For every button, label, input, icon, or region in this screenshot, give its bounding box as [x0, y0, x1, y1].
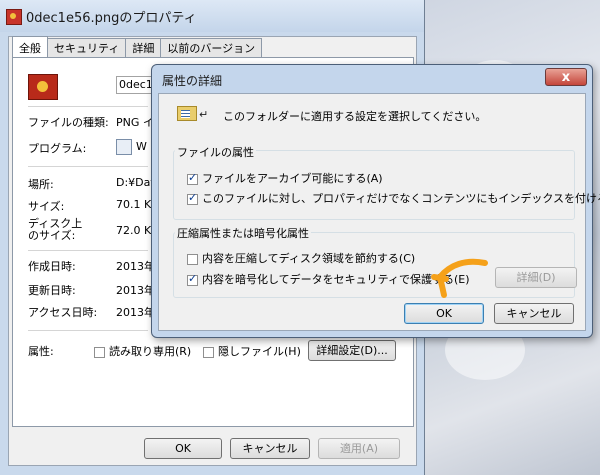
prop-label-disk-size: ディスク上 のサイズ:: [28, 217, 83, 242]
hidden-label: 隠しファイル(H): [218, 345, 301, 358]
compress-encrypt-title: 圧縮属性または暗号化属性: [175, 225, 311, 241]
tab-previous-versions[interactable]: 以前のバージョン: [160, 38, 263, 59]
separator: [28, 106, 148, 107]
ok-button[interactable]: OK: [144, 438, 222, 459]
annotation-arrow-icon: [431, 258, 488, 298]
index-label: このファイルに対し、プロパティだけでなくコンテンツにもインデックスを付ける(I): [202, 192, 600, 205]
readonly-label: 読み取り専用(R): [109, 345, 192, 358]
dialog-title: 属性の詳細: [162, 74, 223, 88]
prop-label-size: サイズ:: [28, 200, 65, 213]
advanced-settings-button[interactable]: 詳細設定(D)...: [308, 340, 396, 361]
archive-checkbox[interactable]: [187, 171, 198, 185]
folder-properties-icon: [177, 106, 197, 121]
properties-tabs: 全般 セキュリティ 詳細 以前のバージョン: [12, 36, 263, 60]
apply-button[interactable]: 適用(A): [318, 438, 400, 459]
properties-title: 0dec1e56.pngのプロパティ: [26, 11, 197, 26]
dialog-ok-button[interactable]: OK: [404, 303, 484, 324]
separator: [28, 166, 148, 167]
properties-titlebar: 0dec1e56.pngのプロパティ: [0, 0, 424, 32]
prop-label-accessed: アクセス日時:: [28, 306, 98, 319]
prop-value-created: 2013年: [116, 260, 155, 273]
close-button[interactable]: x: [545, 68, 587, 86]
close-icon: x: [561, 70, 571, 85]
attributes-label: 属性:: [28, 345, 54, 358]
prop-label-location: 場所:: [28, 178, 54, 191]
program-icon: [116, 139, 132, 155]
readonly-checkbox[interactable]: [94, 346, 105, 358]
prop-value-modified: 2013年: [116, 284, 155, 297]
prop-label-program: プログラム:: [28, 142, 87, 155]
index-option[interactable]: このファイルに対し、プロパティだけでなくコンテンツにもインデックスを付ける(I): [187, 190, 600, 206]
index-checkbox[interactable]: [187, 191, 198, 205]
archive-label: ファイルをアーカイブ可能にする(A): [202, 172, 383, 185]
separator: [28, 330, 148, 331]
hidden-checkbox-row[interactable]: 隠しファイル(H): [203, 343, 301, 359]
prop-value-accessed: 2013年: [116, 306, 155, 319]
prop-label-modified: 更新日時:: [28, 284, 76, 297]
dialog-cancel-button[interactable]: キャンセル: [494, 303, 574, 324]
encrypt-option[interactable]: 内容を暗号化してデータをセキュリティで保護する(E): [187, 271, 470, 287]
archive-option[interactable]: ファイルをアーカイブ可能にする(A): [187, 170, 383, 186]
tab-security[interactable]: セキュリティ: [47, 38, 127, 59]
compress-checkbox[interactable]: [187, 253, 198, 265]
prop-value-program: W: [136, 140, 147, 153]
details-button[interactable]: 詳細(D): [495, 267, 577, 288]
hidden-checkbox[interactable]: [203, 346, 214, 358]
file-attributes-title: ファイルの属性: [175, 144, 256, 160]
dialog-body: ↵ このフォルダーに適用する設定を選択してください。 ファイルの属性 ファイルを…: [158, 93, 600, 331]
advanced-attributes-dialog: 属性の詳細 x ↵ このフォルダーに適用する設定を選択してください。 ファイルの…: [151, 64, 600, 338]
prop-value-type: PNG イ: [116, 116, 154, 129]
image-file-icon: [6, 9, 22, 25]
tab-details[interactable]: 詳細: [125, 38, 162, 59]
arrow-icon: ↵: [199, 108, 209, 121]
encrypt-checkbox[interactable]: [187, 272, 198, 286]
dialog-instruction: このフォルダーに適用する設定を選択してください。: [223, 110, 487, 123]
prop-label-type: ファイルの種類:: [28, 116, 109, 129]
separator: [28, 250, 148, 251]
file-thumbnail-icon: [28, 74, 58, 100]
compress-option[interactable]: 内容を圧縮してディスク領域を節約する(C): [187, 250, 415, 266]
cancel-button[interactable]: キャンセル: [230, 438, 310, 459]
compress-label: 内容を圧縮してディスク領域を節約する(C): [202, 252, 416, 265]
prop-label-created: 作成日時:: [28, 260, 76, 273]
readonly-checkbox-row[interactable]: 読み取り専用(R): [94, 343, 191, 359]
